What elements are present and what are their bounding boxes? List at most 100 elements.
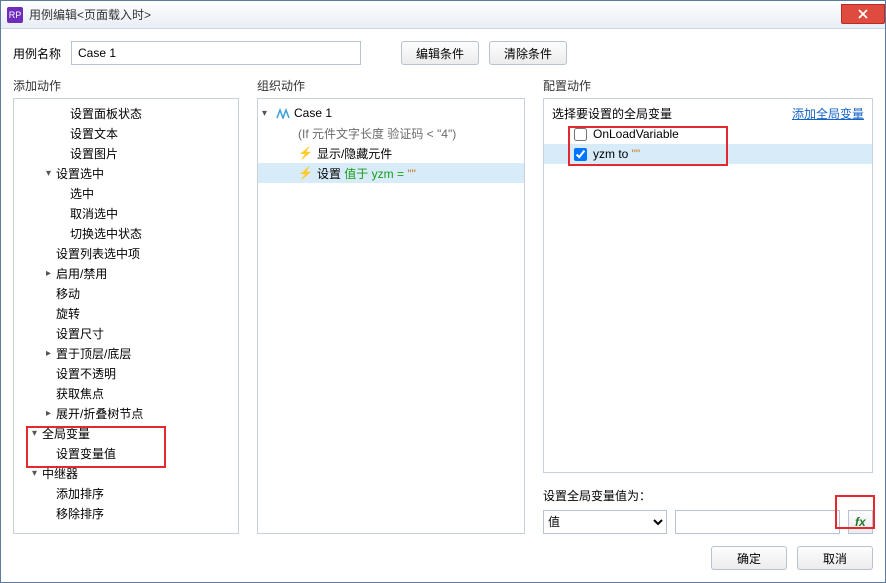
case-name-input[interactable] xyxy=(71,41,361,65)
tree-node[interactable]: 获取焦点 xyxy=(14,383,238,403)
panel-configure-action: 配置动作 选择要设置的全局变量 添加全局变量 OnLoadVariable xyxy=(543,77,873,534)
close-icon xyxy=(857,8,869,20)
titlebar: RP 用例编辑<页面载入时> xyxy=(1,1,885,29)
bolt-icon: ⚡ xyxy=(298,166,313,180)
action-row-set-var[interactable]: ⚡ 设置 值于 yzm = "" xyxy=(258,163,524,183)
variable-list[interactable]: OnLoadVariable yzm to "" xyxy=(544,124,872,472)
tree-node-label: 移动 xyxy=(56,285,80,302)
close-button[interactable] xyxy=(841,4,885,24)
tree-node[interactable]: ▸启用/禁用 xyxy=(14,263,238,283)
tree-node[interactable]: 设置图片 xyxy=(14,143,238,163)
expand-icon[interactable]: ▾ xyxy=(46,168,56,179)
tree-node[interactable]: 设置尺寸 xyxy=(14,323,238,343)
tree-node[interactable]: 设置文本 xyxy=(14,123,238,143)
expand-icon[interactable]: ▸ xyxy=(46,408,56,419)
expand-icon[interactable]: ▸ xyxy=(46,348,56,359)
action-text: 显示/隐藏元件 xyxy=(317,145,392,162)
tree-node-label: 设置面板状态 xyxy=(70,105,142,122)
expand-icon[interactable]: ▾ xyxy=(262,108,272,119)
clear-condition-button[interactable]: 清除条件 xyxy=(489,41,567,65)
tree-node-label: 全局变量 xyxy=(42,425,90,442)
tree-node-label: 设置列表选中项 xyxy=(56,245,140,262)
tree-node[interactable]: 设置不透明 xyxy=(14,363,238,383)
value-type-select[interactable]: 值 xyxy=(543,510,667,534)
var-checkbox-onload[interactable] xyxy=(574,128,587,141)
tree-node[interactable]: ▸置于顶层/底层 xyxy=(14,343,238,363)
dialog-content: 用例名称 编辑条件 清除条件 添加动作 设置面板状态设置文本设置图片▾设置选中选… xyxy=(1,29,885,546)
tree-node[interactable]: 切换选中状态 xyxy=(14,223,238,243)
tree-node[interactable]: 旋转 xyxy=(14,303,238,323)
tree-node-label: 设置不透明 xyxy=(56,365,116,382)
tree-node[interactable]: 移除排序 xyxy=(14,503,238,523)
tree-node-label: 切换选中状态 xyxy=(70,225,142,242)
tree-node[interactable]: 添加排序 xyxy=(14,483,238,503)
tree-node[interactable]: ▸展开/折叠树节点 xyxy=(14,403,238,423)
bolt-icon: ⚡ xyxy=(298,146,313,160)
tree-node-label: 启用/禁用 xyxy=(56,265,107,282)
set-value-label: 设置全局变量值为： xyxy=(543,487,873,504)
tree-node-label: 中继器 xyxy=(42,465,78,482)
panel-add-actions: 添加动作 设置面板状态设置文本设置图片▾设置选中选中取消选中切换选中状态设置列表… xyxy=(13,77,239,534)
case-name-label: 用例名称 xyxy=(13,45,61,62)
add-global-var-link[interactable]: 添加全局变量 xyxy=(792,105,864,122)
fx-button[interactable]: fx xyxy=(848,510,873,534)
window-title: 用例编辑<页面载入时> xyxy=(29,6,151,23)
tree-node[interactable]: 设置面板状态 xyxy=(14,103,238,123)
tree-node-label: 取消选中 xyxy=(70,205,118,222)
cancel-button[interactable]: 取消 xyxy=(797,546,873,570)
action-row-show-hide[interactable]: ⚡ 显示/隐藏元件 xyxy=(258,143,524,163)
tree-node-label: 设置选中 xyxy=(56,165,104,182)
var-row-yzm[interactable]: yzm to "" xyxy=(544,144,872,164)
configure-header: 选择要设置的全局变量 添加全局变量 xyxy=(544,99,872,124)
value-input[interactable] xyxy=(675,510,840,534)
tree-node-label: 移除排序 xyxy=(56,505,104,522)
case-title: Case 1 xyxy=(294,106,332,120)
var-checkbox-yzm[interactable] xyxy=(574,148,587,161)
tree-node-label: 获取焦点 xyxy=(56,385,104,402)
tree-node[interactable]: ▾中继器 xyxy=(14,463,238,483)
tree-node[interactable]: 取消选中 xyxy=(14,203,238,223)
condition-row[interactable]: (If 元件文字长度 验证码 < "4") xyxy=(258,123,524,143)
tree-node-label: 展开/折叠树节点 xyxy=(56,405,143,422)
tree-node-label: 旋转 xyxy=(56,305,80,322)
expand-icon[interactable]: ▾ xyxy=(32,468,42,479)
ok-button[interactable]: 确定 xyxy=(711,546,787,570)
var-row-onload[interactable]: OnLoadVariable xyxy=(544,124,872,144)
panels: 添加动作 设置面板状态设置文本设置图片▾设置选中选中取消选中切换选中状态设置列表… xyxy=(13,77,873,534)
expand-icon[interactable]: ▾ xyxy=(32,428,42,439)
panel-add-label: 添加动作 xyxy=(13,77,239,94)
panel-cfg-label: 配置动作 xyxy=(543,77,873,94)
top-row: 用例名称 编辑条件 清除条件 xyxy=(13,41,873,65)
tree-node-label: 置于顶层/底层 xyxy=(56,345,131,362)
dialog-footer: 确定 取消 xyxy=(1,546,885,582)
case-node[interactable]: ▾ Case 1 xyxy=(258,103,524,123)
var-name: yzm to "" xyxy=(593,147,640,161)
tree-node[interactable]: 移动 xyxy=(14,283,238,303)
tree-node[interactable]: 选中 xyxy=(14,183,238,203)
dialog-window: RP 用例编辑<页面载入时> 用例名称 编辑条件 清除条件 添加动作 设置面板状… xyxy=(0,0,886,583)
tree-node[interactable]: 设置列表选中项 xyxy=(14,243,238,263)
tree-node-label: 设置文本 xyxy=(70,125,118,142)
panel-organize-actions: 组织动作 ▾ Case 1 (If 元件文字长度 验证码 < "4") xyxy=(257,77,525,534)
app-icon: RP xyxy=(7,7,23,23)
case-icon xyxy=(276,107,290,119)
tree-node[interactable]: 设置变量值 xyxy=(14,443,238,463)
tree-node-label: 添加排序 xyxy=(56,485,104,502)
tree-node-label: 设置变量值 xyxy=(56,445,116,462)
organize-tree[interactable]: ▾ Case 1 (If 元件文字长度 验证码 < "4") ⚡ 显示/隐藏元件 xyxy=(257,98,525,534)
set-value-section: 设置全局变量值为： 值 fx xyxy=(543,487,873,534)
tree-node-label: 设置图片 xyxy=(70,145,118,162)
add-actions-tree[interactable]: 设置面板状态设置文本设置图片▾设置选中选中取消选中切换选中状态设置列表选中项▸启… xyxy=(13,98,239,534)
panel-org-label: 组织动作 xyxy=(257,77,525,94)
condition-text: (If 元件文字长度 验证码 < "4") xyxy=(298,125,456,142)
configure-box: 选择要设置的全局变量 添加全局变量 OnLoadVariable yzm to … xyxy=(543,98,873,473)
var-name: OnLoadVariable xyxy=(593,127,679,141)
tree-node-label: 设置尺寸 xyxy=(56,325,104,342)
expand-icon[interactable]: ▸ xyxy=(46,268,56,279)
select-var-label: 选择要设置的全局变量 xyxy=(552,105,672,122)
tree-node[interactable]: ▾全局变量 xyxy=(14,423,238,443)
tree-node-label: 选中 xyxy=(70,185,94,202)
action-set-label: 设置 值于 yzm = "" xyxy=(317,165,416,182)
tree-node[interactable]: ▾设置选中 xyxy=(14,163,238,183)
edit-condition-button[interactable]: 编辑条件 xyxy=(401,41,479,65)
